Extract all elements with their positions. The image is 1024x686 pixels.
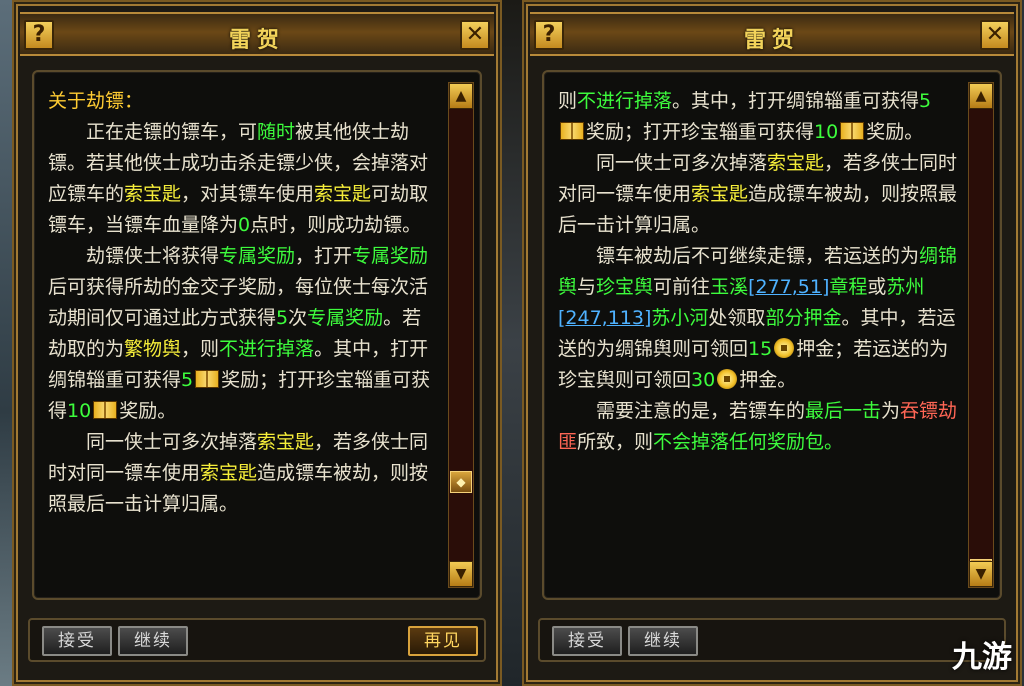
goodbye-button[interactable]: 再见 — [408, 626, 478, 656]
dialog-right: ? 雷贺 ✕ 则不进行掉落。其中，打开绸锦辎重可获得5奖励；打开珍宝辎重可获得1… — [522, 0, 1022, 686]
paragraph-1: 同一侠士可多次掉落索宝匙，若多侠士同时对同一镖车使用索宝匙造成镖车被劫，则按照最… — [558, 152, 958, 236]
paragraph-3: 同一侠士可多次掉落索宝匙，若多侠士同时对同一镖车使用索宝匙造成镖车被劫，则按照最… — [48, 431, 429, 515]
book-icon — [560, 122, 584, 140]
close-button[interactable]: ✕ — [460, 20, 490, 50]
continue-button[interactable]: 继续 — [118, 626, 188, 656]
scrollbar[interactable]: ▲ ◆ ▼ — [448, 82, 474, 588]
accept-button[interactable]: 接受 — [42, 626, 112, 656]
paragraph-1: 正在走镖的镖车，可随时被其他侠士劫镖。若其他侠士成功击杀走镖少侠，会掉落对应镖车… — [48, 121, 429, 236]
scroll-up-button[interactable]: ▲ — [969, 83, 993, 109]
book-icon — [93, 401, 118, 419]
coordinate-link[interactable]: [277,51] — [748, 276, 829, 298]
paragraph-2: 劫镖侠士将获得专属奖励，打开专属奖励后可获得所劫的金交子奖励，每位侠士每次活动期… — [48, 245, 431, 422]
scroll-up-button[interactable]: ▲ — [449, 83, 473, 109]
scroll-down-button[interactable]: ▼ — [969, 561, 993, 587]
close-button[interactable]: ✕ — [980, 20, 1010, 50]
paragraph-2: 镖车被劫后不可继续走镖，若运送的为绸锦舆与珍宝舆可前往玉溪[277,51]章程或… — [558, 245, 958, 391]
book-icon — [840, 122, 865, 140]
dialog-content: 则不进行掉落。其中，打开绸锦辎重可获得5奖励；打开珍宝辎重可获得10 奖励。 同一… — [558, 86, 958, 458]
watermark-logo: 九游 — [952, 640, 1012, 675]
section-heading: 关于劫镖： — [48, 90, 144, 112]
scroll-thumb[interactable]: ◆ — [450, 471, 472, 493]
button-bar: 接受 继续 再见 — [28, 618, 486, 662]
dialog-text-frame: 则不进行掉落。其中，打开绸锦辎重可获得5奖励；打开珍宝辎重可获得10 奖励。 同一… — [542, 70, 1002, 600]
continue-button[interactable]: 继续 — [628, 626, 698, 656]
coordinate-link[interactable]: [247,113] — [558, 307, 651, 329]
accept-button[interactable]: 接受 — [552, 626, 622, 656]
dialog-title: 雷贺 — [228, 27, 285, 53]
dialog-left: ? 雷贺 ✕ 关于劫镖： 正在走镖的镖车，可随时被其他侠士劫镖。若其他侠士成功击… — [12, 0, 502, 686]
coin-icon — [717, 369, 738, 389]
dialog-title: 雷贺 — [743, 27, 800, 53]
dialog-text-frame: 关于劫镖： 正在走镖的镖车，可随时被其他侠士劫镖。若其他侠士成功击杀走镖少侠，会… — [32, 70, 482, 600]
paragraph-3: 需要注意的是，若镖车的最后一击为吞镖劫匪所致，则不会掉落任何奖励包。 — [558, 400, 958, 453]
dialog-content: 关于劫镖： 正在走镖的镖车，可随时被其他侠士劫镖。若其他侠士成功击杀走镖少侠，会… — [48, 86, 438, 520]
scroll-down-button[interactable]: ▼ — [449, 561, 473, 587]
scrollbar[interactable]: ▲ ◆ ▼ — [968, 82, 994, 588]
title-bar: ? 雷贺 ✕ — [20, 12, 494, 56]
coin-icon — [774, 338, 795, 358]
paragraph-0: 则不进行掉落。其中，打开绸锦辎重可获得5奖励；打开珍宝辎重可获得10 奖励。 — [558, 90, 932, 143]
book-icon — [195, 370, 220, 388]
button-bar: 接受 继续 — [538, 618, 1006, 662]
title-bar: ? 雷贺 ✕ — [530, 12, 1014, 56]
